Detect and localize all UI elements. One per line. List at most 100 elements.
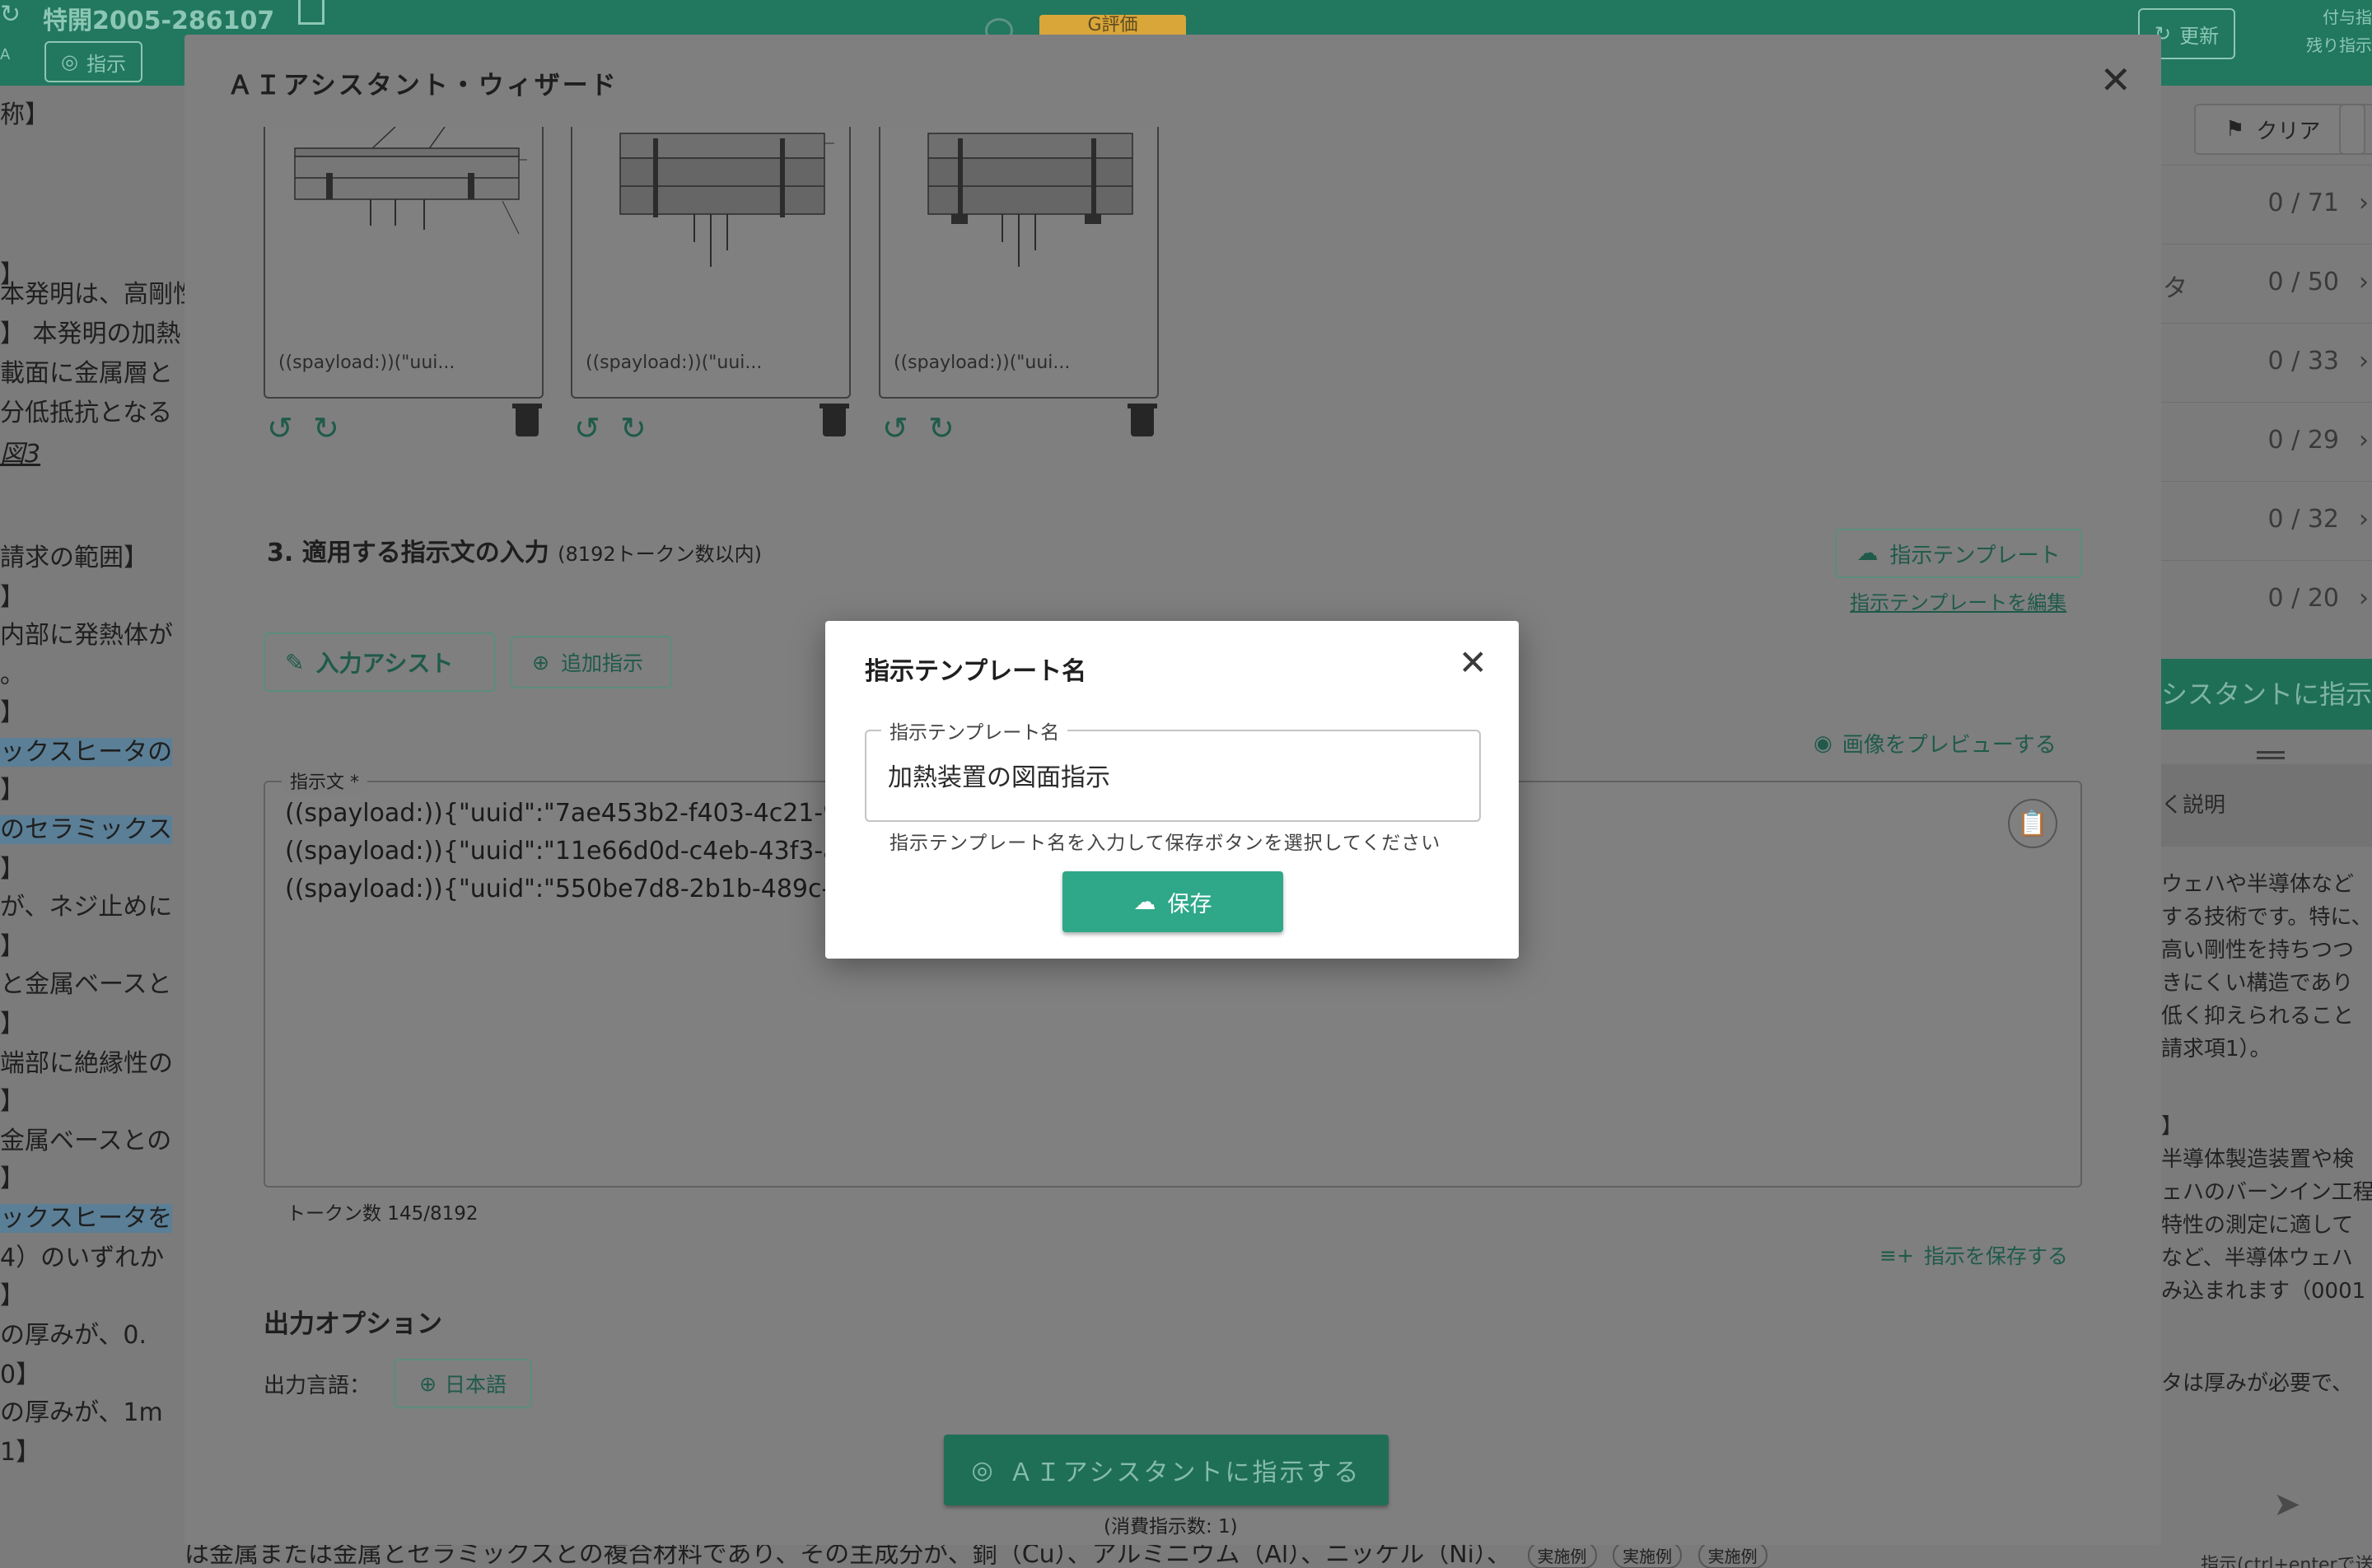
rotate-left-icon[interactable]: ↺ xyxy=(574,410,600,446)
cloud-upload-icon: ☁ xyxy=(1133,889,1156,915)
example-pill[interactable]: 実施例 xyxy=(1613,1542,1683,1568)
save-instruction-link[interactable]: ≡+ 指示を保存する xyxy=(1879,1240,2068,1270)
patent-drawing xyxy=(619,133,834,267)
document-text-line: 分低抵抗となる xyxy=(0,399,173,427)
header-mark: A xyxy=(0,46,11,63)
patent-drawing xyxy=(927,133,1133,267)
document-text-pane: 称】】 本発明は、高剛性】 本発明の加熱 載面に金属層と 分低抵抗となる 図3 請求の範囲… xyxy=(0,86,184,1568)
document-text-line: 】 xyxy=(0,583,25,612)
checklist-row[interactable]: 0 / 29 › xyxy=(2161,402,2372,481)
example-pill[interactable]: 実施例 xyxy=(1527,1542,1597,1568)
figure-thumbnail[interactable]: ((spayload:))("uui... xyxy=(571,127,851,399)
instruction-template-button[interactable]: ☁ 指示テンプレート xyxy=(1835,529,2082,578)
chevron-right-icon: › xyxy=(2359,505,2369,534)
description-line: する技術です。特に、 xyxy=(2161,905,2372,930)
rotate-left-icon[interactable]: ↺ xyxy=(882,410,908,446)
chevron-right-icon: › xyxy=(2359,189,2369,217)
document-text-line: 。 xyxy=(0,660,25,689)
playlist-add-icon: ≡+ xyxy=(1879,1243,1914,1267)
checklist-row[interactable]: タ 0 / 50 › xyxy=(2161,244,2372,323)
document-text-line: のセラミックス xyxy=(0,815,173,844)
document-text-line: 】 xyxy=(0,1164,25,1193)
preview-image-link[interactable]: ◉ 画像をプレビューする xyxy=(1814,728,2057,758)
instruct-button[interactable]: ◎ 指示 xyxy=(44,41,142,82)
checklist-row[interactable]: 0 / 33 › xyxy=(2161,323,2372,402)
row-count: 0 / 20 xyxy=(2267,584,2339,613)
globe-icon: ⊕ xyxy=(419,1371,437,1396)
output-options-title: 出力オプション xyxy=(264,1309,442,1339)
description-paragraph-1: ウェハや半導体など する技術です。特に、 高い剛性を持ちつつ きにくい構造であり 低く抑… xyxy=(2161,868,2372,1066)
document-text-line: 金属ベースとの xyxy=(0,1127,172,1155)
rotate-right-icon[interactable]: ↻ xyxy=(928,410,955,446)
instruct-ai-assistant-button[interactable]: ◎ ＡＩアシスタントに指示する xyxy=(944,1435,1389,1505)
thumbnail-caption: ((spayload:))("uui... xyxy=(894,352,1071,373)
document-text-line: ックスヒータの xyxy=(0,738,173,767)
figure-thumbnail[interactable]: ((spayload:))("uui... xyxy=(879,127,1159,399)
template-name-field[interactable]: 指示テンプレート名 xyxy=(865,716,1481,822)
delete-icon[interactable] xyxy=(819,404,849,436)
document-text-line: 0】 xyxy=(0,1360,41,1389)
rotate-right-icon[interactable]: ↻ xyxy=(620,410,647,446)
description-line: ェハのバーンイン工程 xyxy=(2161,1180,2372,1205)
patent-drawing xyxy=(294,127,527,235)
textarea-label: 指示文 * xyxy=(282,768,367,794)
chevron-right-icon: › xyxy=(2359,347,2369,376)
document-text-line: 】 xyxy=(0,776,25,805)
chevron-right-icon: › xyxy=(2359,268,2369,296)
description-line: きにくい構造であり xyxy=(2161,971,2354,996)
textarea-line: ((spayload:)){"uuid":"7ae453b2-f403-4c21… xyxy=(285,799,868,828)
pencil-icon: ✎ xyxy=(285,648,305,676)
output-language-label: 出力言語： xyxy=(264,1374,371,1398)
row-count: 0 / 33 xyxy=(2267,347,2339,376)
document-text-line: の厚みが、0. xyxy=(0,1321,147,1350)
template-name-input[interactable] xyxy=(888,754,1456,796)
thumbnail-caption: ((spayload:))("uui... xyxy=(278,352,455,373)
row-count: 0 / 71 xyxy=(2267,189,2339,217)
document-text-line: 】 xyxy=(0,855,25,884)
description-line: ウェハや半導体など xyxy=(2161,872,2355,897)
save-button[interactable]: ☁ 保存 xyxy=(1062,871,1283,932)
thumbnail-tools: ↺ ↻ xyxy=(571,404,851,448)
description-paragraph-2: 】半導体製造装置や検 ェハのバーンイン工程 特性の測定に適して など、半導体ウェハ み込… xyxy=(2161,1110,2372,1308)
description-line: 低く抑えられること xyxy=(2161,1004,2355,1029)
clipboard-icon[interactable]: 📋 xyxy=(2008,799,2057,848)
description-line: 請求項1）。 xyxy=(2161,1037,2272,1062)
example-pill[interactable]: 実施例 xyxy=(1697,1542,1767,1568)
external-link-icon[interactable] xyxy=(298,0,325,25)
output-language-button[interactable]: ⊕ 日本語 xyxy=(394,1359,532,1408)
document-text-line: 端部に絶縁性の xyxy=(0,1049,173,1078)
edit-template-link[interactable]: 指示テンプレートを編集 xyxy=(1850,586,2066,615)
add-circle-icon: ⊕ xyxy=(532,650,549,674)
rotate-left-icon[interactable]: ↺ xyxy=(267,410,293,446)
send-icon[interactable]: ➤ xyxy=(2273,1486,2313,1524)
headset-icon: ◎ xyxy=(61,50,78,73)
rotate-right-icon[interactable]: ↻ xyxy=(313,410,339,446)
description-line: 特性の測定に適して xyxy=(2161,1213,2354,1238)
consumed-instructions: (消費指示数: 1) xyxy=(1104,1516,1238,1538)
input-assist-button[interactable]: ✎ 入力アシスト xyxy=(264,632,496,692)
right-ai-button[interactable]: シスタントに指示す xyxy=(2161,659,2372,730)
description-tab[interactable]: く説明 xyxy=(2161,764,2372,847)
flag-button[interactable] xyxy=(2339,104,2372,155)
checklist-row[interactable]: 0 / 32 › xyxy=(2161,481,2372,560)
add-instruction-button[interactable]: ⊕ 追加指示 xyxy=(511,636,672,688)
thumbnail-tools: ↺ ↻ xyxy=(879,404,1159,448)
wizard-close-icon[interactable]: ✕ xyxy=(2099,58,2132,102)
document-text-line: 】 xyxy=(0,1087,25,1116)
description-paragraph-3: タは厚みが必要で、 xyxy=(2161,1371,2353,1396)
document-text-line: と金属ベースと xyxy=(0,970,172,999)
thumbnail-tools: ↺ ↻ xyxy=(264,404,544,448)
chevron-right-icon: › xyxy=(2359,426,2369,455)
close-icon[interactable]: ✕ xyxy=(1459,646,1487,680)
resize-handle-icon[interactable] xyxy=(2257,751,2285,759)
back-icon[interactable]: ↻ xyxy=(0,0,21,29)
checklist-row[interactable]: 0 / 20 › xyxy=(2161,560,2372,639)
delete-icon[interactable] xyxy=(512,404,542,436)
figure-thumbnail[interactable]: ((spayload:))("uui... xyxy=(264,127,544,399)
row-count: 0 / 29 xyxy=(2267,426,2339,455)
helper-text: 指示テンプレート名を入力して保存ボタンを選択してください xyxy=(890,833,1441,854)
document-text-line: 】 xyxy=(0,1010,25,1038)
checklist-row[interactable]: 0 / 71 › xyxy=(2161,165,2372,244)
document-text-line: 請求の範囲】 xyxy=(0,544,148,572)
delete-icon[interactable] xyxy=(1128,404,1157,436)
